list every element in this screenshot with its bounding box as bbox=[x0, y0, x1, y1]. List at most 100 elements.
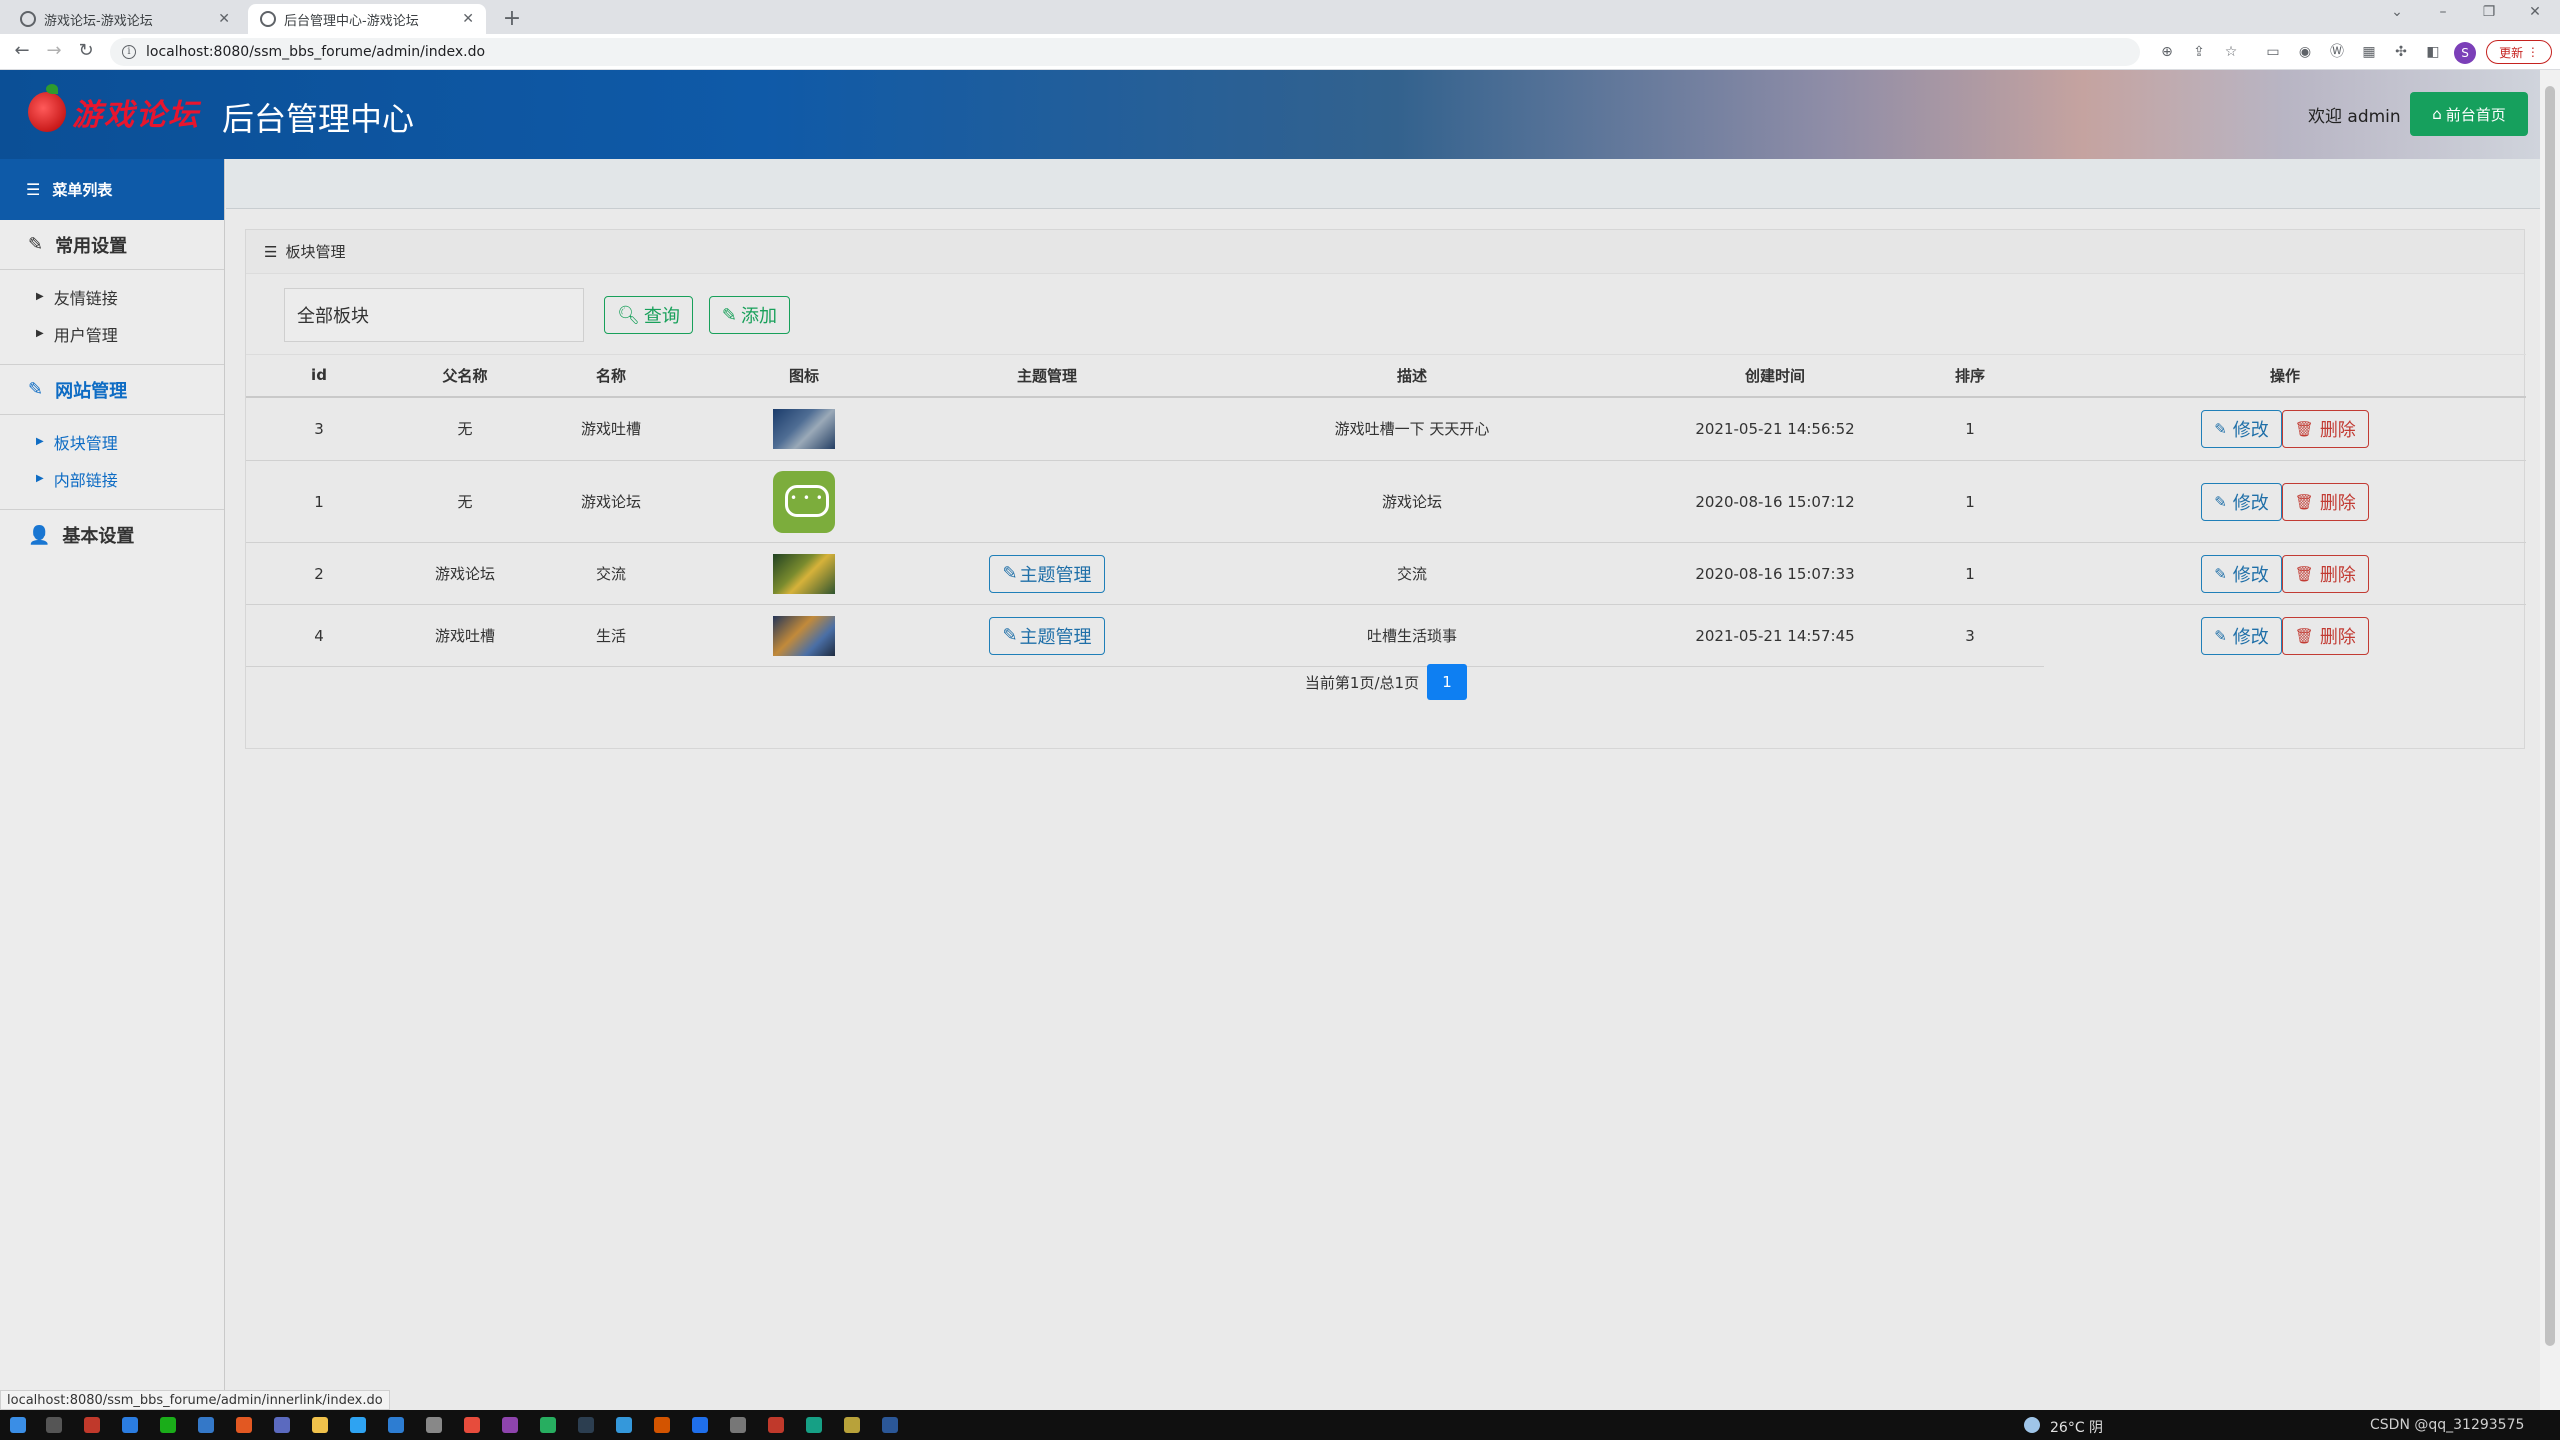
edit-button[interactable]: ✎ 修改 bbox=[2201, 482, 2282, 521]
delete-button[interactable]: 🗑︎ 删除 bbox=[2281, 616, 2369, 655]
new-tab-button[interactable]: + bbox=[500, 6, 524, 31]
app-icon[interactable] bbox=[730, 1417, 746, 1433]
site-logo[interactable]: 游戏论坛 bbox=[28, 84, 200, 134]
list-icon: ☰ bbox=[26, 180, 41, 199]
front-home-button[interactable]: ⌂ 前台首页 bbox=[2410, 92, 2528, 136]
weather-icon[interactable] bbox=[2024, 1417, 2040, 1433]
zoom-icon[interactable]: ⊕ bbox=[2158, 44, 2176, 60]
cell-icon bbox=[684, 542, 924, 605]
search-icon[interactable] bbox=[46, 1417, 62, 1433]
column-header: 图标 bbox=[684, 354, 924, 398]
browser-tab-forum[interactable]: 游戏论坛-游戏论坛 ✕ bbox=[8, 4, 242, 34]
close-icon[interactable]: ✕ bbox=[462, 11, 474, 27]
cell-desc: 游戏论坛 bbox=[1170, 460, 1654, 543]
topic-management-button[interactable]: ✎ 主题管理 bbox=[989, 616, 1105, 655]
delete-button[interactable]: 🗑︎ 删除 bbox=[2281, 482, 2369, 521]
edit-icon: ✎ bbox=[2214, 492, 2227, 511]
sidebar-item-users[interactable]: ▶ 用户管理 bbox=[0, 315, 224, 352]
sidebar-group-basic[interactable]: 👤 基本设置 bbox=[0, 510, 224, 560]
edit-button[interactable]: ✎ 修改 bbox=[2201, 616, 2282, 655]
topic-management-button[interactable]: ✎ 主题管理 bbox=[989, 554, 1105, 593]
add-button[interactable]: ✎ 添加 bbox=[708, 296, 790, 334]
profile-avatar[interactable]: S bbox=[2454, 42, 2476, 64]
app-icon[interactable] bbox=[388, 1417, 404, 1433]
board-management-panel: ☰ 板块管理 全部板块 🔍︎ 查询 ✎ 添加 id 父名称 名称 图标 主题管理… bbox=[245, 229, 2526, 749]
scrollbar-thumb[interactable] bbox=[2545, 86, 2555, 1346]
star-icon[interactable]: ☆ bbox=[2222, 44, 2240, 60]
close-icon[interactable]: ✕ bbox=[218, 11, 230, 27]
delete-button[interactable]: 🗑︎ 删除 bbox=[2281, 554, 2369, 593]
url-input[interactable]: i localhost:8080/ssm_bbs_forume/admin/in… bbox=[110, 38, 2140, 66]
page-scrollbar[interactable] bbox=[2540, 70, 2560, 1410]
app-icon[interactable] bbox=[350, 1417, 366, 1433]
home-icon: ⌂ bbox=[2432, 105, 2442, 123]
edit-button[interactable]: ✎ 修改 bbox=[2201, 554, 2282, 593]
weather-text[interactable]: 26°C 阴 bbox=[2050, 1417, 2103, 1437]
cell-created: 2020-08-16 15:07:12 bbox=[1654, 460, 1896, 543]
restore-button[interactable]: ❐ bbox=[2474, 4, 2504, 20]
app-icon[interactable] bbox=[236, 1417, 252, 1433]
app-icon[interactable] bbox=[578, 1417, 594, 1433]
edit-icon: ✎ bbox=[28, 234, 44, 255]
minimize-button[interactable]: – bbox=[2428, 4, 2458, 20]
sidepanel-icon[interactable]: ◧ bbox=[2424, 44, 2442, 60]
close-window-button[interactable]: ✕ bbox=[2520, 4, 2550, 20]
forward-button[interactable]: → bbox=[42, 40, 66, 61]
app-icon[interactable] bbox=[464, 1417, 480, 1433]
cell-icon bbox=[684, 460, 924, 543]
cell-parent: 无 bbox=[392, 396, 538, 461]
cell-id: 3 bbox=[246, 396, 392, 461]
query-button[interactable]: 🔍︎ 查询 bbox=[604, 296, 693, 334]
puzzle-icon[interactable]: ✣ bbox=[2392, 44, 2410, 60]
share-icon[interactable]: ⇪ bbox=[2190, 44, 2208, 60]
board-image-thumbnail bbox=[773, 615, 835, 656]
table-row: 4 游戏吐槽 生活 ✎ 主题管理 吐槽生活琐事 2021-05-21 14:57:… bbox=[246, 604, 2526, 667]
caret-right-icon: ▶ bbox=[36, 473, 44, 484]
app-icon[interactable] bbox=[844, 1417, 860, 1433]
cast-icon[interactable]: ▭ bbox=[2264, 44, 2282, 60]
board-filter-select[interactable]: 全部板块 bbox=[284, 288, 584, 342]
word-icon[interactable] bbox=[882, 1417, 898, 1433]
image-extension-icon[interactable]: ▦ bbox=[2360, 44, 2378, 60]
column-header: 主题管理 bbox=[924, 354, 1170, 398]
tab-search-chevron-icon[interactable]: ⌄ bbox=[2382, 4, 2412, 20]
cell-created: 2020-08-16 15:07:33 bbox=[1654, 542, 1896, 605]
w-extension-icon[interactable]: Ⓦ bbox=[2328, 44, 2346, 60]
edit-icon: ✎ bbox=[2214, 419, 2227, 438]
trash-icon: 🗑︎ bbox=[2294, 626, 2314, 645]
update-button[interactable]: 更新 ⋮ bbox=[2486, 40, 2552, 64]
browser-tab-admin[interactable]: 后台管理中心-游戏论坛 ✕ bbox=[248, 4, 486, 34]
sidebar-group-site[interactable]: ✎ 网站管理 bbox=[0, 365, 224, 415]
app-icon[interactable] bbox=[502, 1417, 518, 1433]
app-icon[interactable] bbox=[768, 1417, 784, 1433]
wechat-icon[interactable] bbox=[160, 1417, 176, 1433]
page-number-button[interactable]: 1 bbox=[1427, 664, 1468, 700]
app-icon[interactable] bbox=[540, 1417, 556, 1433]
edit-button[interactable]: ✎ 修改 bbox=[2201, 409, 2282, 448]
sidebar-item-links[interactable]: ▶ 友情链接 bbox=[0, 278, 224, 315]
windows-start-icon[interactable] bbox=[10, 1417, 26, 1433]
chrome-icon[interactable] bbox=[274, 1417, 290, 1433]
app-icon[interactable] bbox=[426, 1417, 442, 1433]
app-icon[interactable] bbox=[806, 1417, 822, 1433]
cell-id: 1 bbox=[246, 460, 392, 543]
back-button[interactable]: ← bbox=[10, 40, 34, 61]
reload-button[interactable]: ↻ bbox=[74, 40, 98, 61]
app-icon[interactable] bbox=[84, 1417, 100, 1433]
delete-button[interactable]: 🗑︎ 删除 bbox=[2281, 409, 2369, 448]
tab-title: 后台管理中心-游戏论坛 bbox=[284, 13, 419, 29]
app-icon[interactable] bbox=[616, 1417, 632, 1433]
sidebar-item-boards[interactable]: ▶ 板块管理 bbox=[0, 423, 224, 460]
sidebar-group-common[interactable]: ✎ 常用设置 bbox=[0, 220, 224, 270]
folder-icon[interactable] bbox=[312, 1417, 328, 1433]
app-icon[interactable] bbox=[122, 1417, 138, 1433]
sidebar-item-innerlinks[interactable]: ▶ 内部链接 bbox=[0, 460, 224, 497]
app-icon[interactable] bbox=[692, 1417, 708, 1433]
app-icon[interactable] bbox=[198, 1417, 214, 1433]
info-icon[interactable]: i bbox=[122, 45, 136, 59]
caret-right-icon: ▶ bbox=[36, 436, 44, 447]
cell-created: 2021-05-21 14:57:45 bbox=[1654, 604, 1896, 667]
windows-taskbar: 26°C 阴 CSDN @qq_31293575 bbox=[0, 1410, 2560, 1440]
app-icon[interactable] bbox=[654, 1417, 670, 1433]
camera-icon[interactable]: ◉ bbox=[2296, 44, 2314, 60]
